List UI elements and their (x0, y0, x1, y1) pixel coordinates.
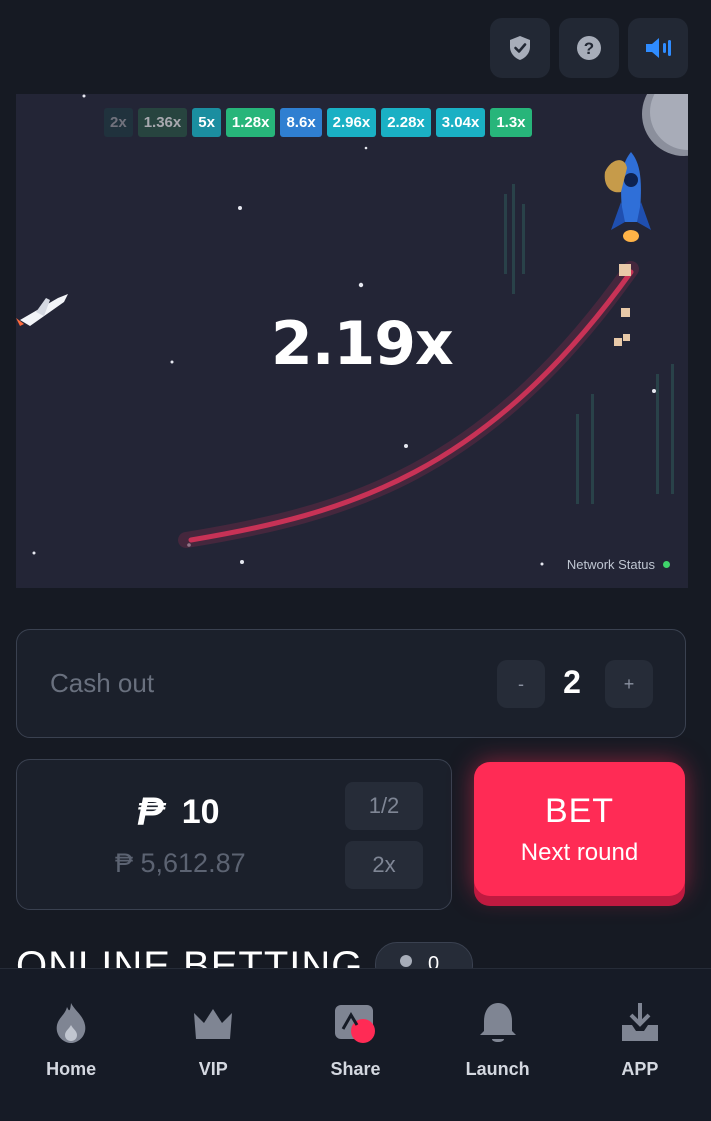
cashout-panel: Cash out - 2 + (16, 629, 686, 738)
balance: ₱ 5,612.87 (115, 848, 246, 878)
game-canvas: 2x 1.36x 5x 1.28x 8.6x 2.96x 2.28x 3.04x… (16, 94, 688, 588)
nav-launch[interactable]: Launch (438, 969, 558, 1080)
nav-vip[interactable]: VIP (153, 969, 273, 1080)
history-chip: 2.28x (381, 108, 431, 137)
history-chip: 1.3x (490, 108, 532, 137)
svg-text:?: ? (584, 39, 594, 58)
network-status: Network Status (567, 557, 670, 572)
share-icon (335, 1005, 376, 1043)
current-multiplier: 2.19x (271, 309, 454, 379)
flame-icon (56, 1003, 86, 1043)
sound-button[interactable] (628, 18, 688, 78)
history-chip: 2x (104, 108, 133, 137)
nav-app[interactable]: APP (580, 969, 700, 1080)
status-dot-icon (663, 561, 670, 568)
nav-launch-label: Launch (465, 1059, 530, 1079)
bet-amount-panel: ₱ 10 ₱ 5,612.87 1/2 2x (16, 759, 452, 910)
cashout-decrease-button[interactable]: - (497, 660, 545, 708)
cashout-label: Cash out (50, 668, 155, 698)
nav-home-label: Home (46, 1059, 97, 1079)
bottom-nav: Home VIP Share Launch APP (0, 968, 711, 1121)
question-icon: ? (577, 36, 601, 60)
network-status-label: Network Status (566, 557, 655, 572)
bet-amount: 10 (181, 793, 220, 831)
crown-icon (194, 1009, 233, 1039)
peso-icon: ₱ (137, 790, 164, 834)
history-chip: 2.96x (326, 108, 377, 137)
cashout-value[interactable]: 2 (557, 664, 587, 701)
multiplier-history: 2x 1.36x 5x 1.28x 8.6x 2.96x 2.28x 3.04x… (104, 108, 532, 137)
bet-amount-display[interactable]: ₱ 10 (137, 790, 220, 835)
cashout-increase-button[interactable]: + (605, 660, 653, 708)
nav-vip-label: VIP (198, 1059, 228, 1079)
nav-share[interactable]: Share (295, 969, 415, 1080)
bet-button[interactable]: BET Next round (474, 762, 685, 896)
bet-button-subtitle: Next round (520, 838, 639, 866)
double-bet-button[interactable]: 2x (345, 841, 423, 889)
bet-button-title: BET (544, 791, 615, 830)
nav-home[interactable]: Home (11, 969, 131, 1080)
shield-icon (510, 36, 530, 60)
security-button[interactable] (490, 18, 550, 78)
download-icon (621, 1003, 658, 1041)
history-chip: 1.28x (225, 108, 276, 137)
bell-icon (479, 1003, 516, 1042)
history-chip: 5x (192, 108, 221, 137)
history-chip: 3.04x (435, 108, 486, 137)
nav-share-label: Share (330, 1059, 381, 1079)
nav-app-label: APP (621, 1059, 659, 1079)
speaker-icon (646, 38, 671, 58)
half-bet-button[interactable]: 1/2 (345, 782, 423, 830)
history-chip: 1.36x (137, 108, 188, 137)
help-button[interactable]: ? (559, 18, 619, 78)
history-chip: 8.6x (280, 108, 322, 137)
